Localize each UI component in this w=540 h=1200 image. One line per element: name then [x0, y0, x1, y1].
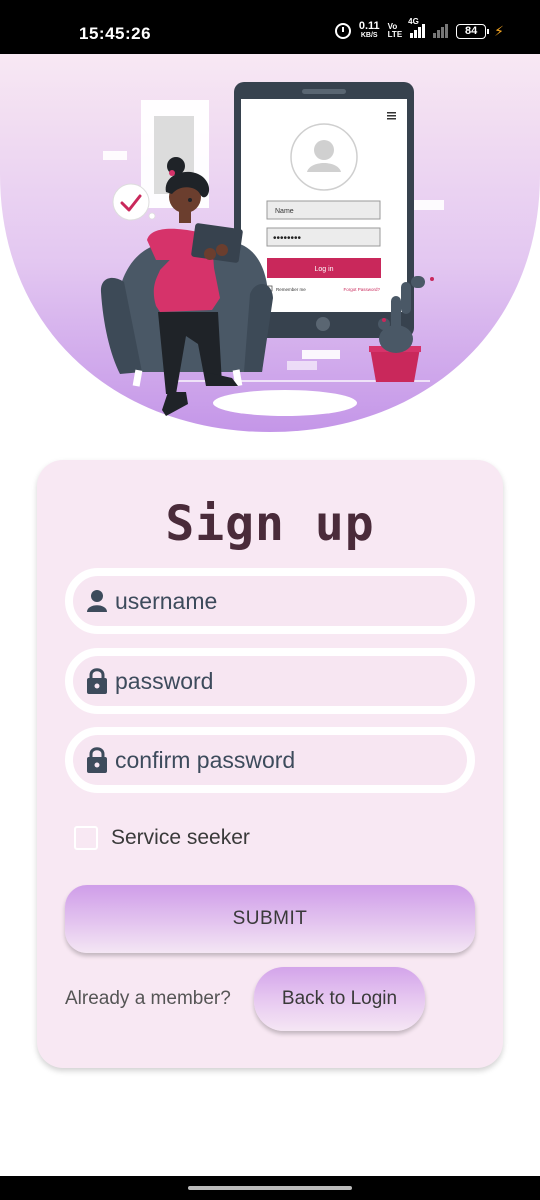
- service-seeker-checkbox[interactable]: [74, 826, 98, 850]
- status-bar: 15:45:26 0.11 KB/S Vo LTE 4G 84 ⚡: [0, 0, 540, 54]
- service-seeker-row[interactable]: Service seeker: [74, 826, 250, 850]
- submit-button[interactable]: SUBMIT: [65, 885, 475, 953]
- status-time: 15:45:26: [79, 24, 152, 43]
- back-to-login-button[interactable]: Back to Login: [254, 967, 425, 1031]
- service-seeker-label: Service seeker: [111, 826, 250, 849]
- status-icons: 0.11 KB/S Vo LTE 4G 84 ⚡: [334, 17, 504, 40]
- network-speed: 0.11 KB/S: [358, 20, 380, 40]
- signal-strength-icon: 4G: [408, 17, 426, 38]
- hero-illustration: Name •••••••• Log in Remember me Forgot …: [0, 54, 540, 434]
- illus-login-text: Log in: [314, 266, 333, 273]
- password-field[interactable]: [65, 648, 475, 714]
- home-gesture-handle[interactable]: [188, 1186, 352, 1190]
- volte-indicator: Vo LTE: [387, 22, 403, 39]
- navigation-bar: [0, 1176, 540, 1200]
- username-field[interactable]: [65, 568, 475, 634]
- floor-rug: [213, 390, 357, 416]
- alarm-icon: [334, 23, 351, 39]
- illus-password-text: ••••••••: [273, 233, 302, 244]
- lock-icon: [85, 747, 109, 773]
- confirm-password-field[interactable]: [65, 727, 475, 793]
- illus-remember-text: Remember me: [276, 287, 306, 292]
- signup-card: Sign up username Service seeker SUBMIT A…: [37, 460, 503, 1068]
- already-member-text: Already a member?: [65, 988, 231, 1009]
- password-input[interactable]: [115, 667, 435, 695]
- page-title: Sign up: [165, 496, 375, 552]
- illus-name-text: Name: [275, 208, 294, 215]
- username-input[interactable]: [115, 587, 435, 615]
- battery-icon: 84: [456, 23, 490, 39]
- lock-icon: [85, 668, 109, 694]
- illus-forgot-text: Forgot Password?: [343, 287, 380, 292]
- signal-strength-2-icon: [433, 24, 449, 38]
- confirm-password-input[interactable]: [115, 746, 435, 774]
- charging-icon: ⚡: [494, 22, 504, 39]
- person-icon: [85, 588, 109, 614]
